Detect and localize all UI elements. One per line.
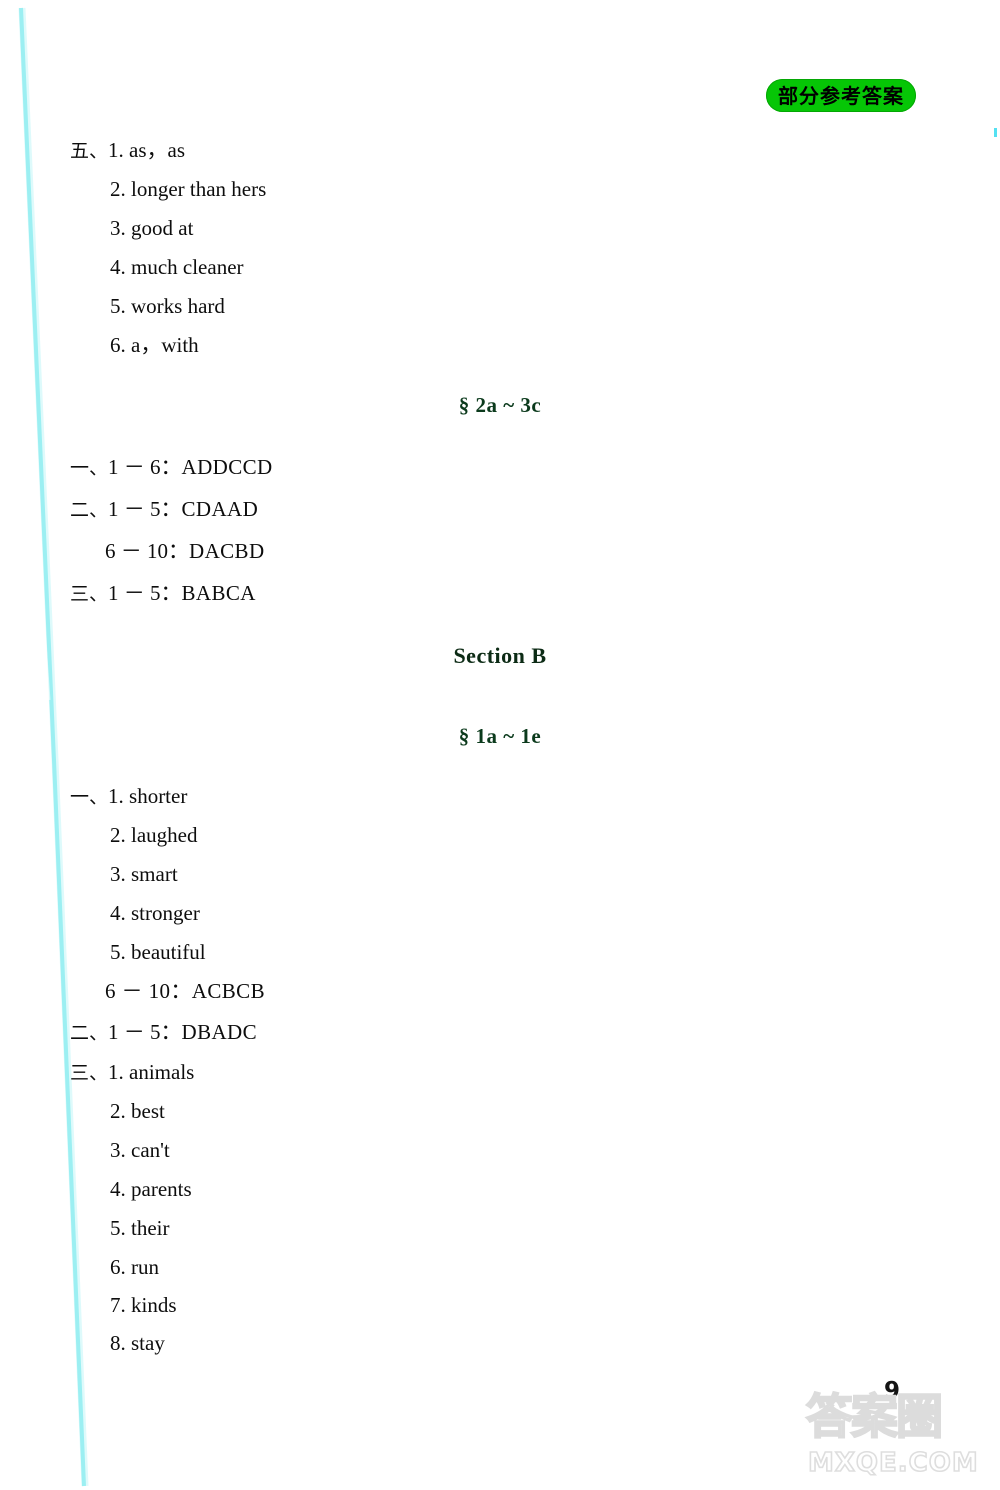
heading-2a-3c: § 2a ~ 3c	[458, 393, 542, 417]
answer-range: 1 － 6：	[108, 455, 182, 479]
answer-item: 1. shorter	[108, 784, 188, 808]
answer-codes: ADDCCD	[181, 455, 273, 479]
answer-item: 8. stay	[110, 1331, 165, 1355]
answer-line-one-b-1: 一、1. shorter	[70, 786, 187, 807]
answer-line-three-b-5: 5. their	[110, 1218, 169, 1239]
group-marker-two: 二、	[70, 499, 109, 521]
answer-line-five-6: 6. a，with	[110, 335, 199, 356]
answer-line-three-b-4: 4. parents	[110, 1179, 192, 1200]
answer-line-three-b-2: 2. best	[110, 1101, 165, 1122]
answer-line-three-b-1: 三、1. animals	[70, 1062, 194, 1083]
answer-item: 5. their	[110, 1216, 170, 1240]
answer-item: 1. animals	[108, 1060, 195, 1084]
group-marker-one: 一、	[70, 457, 109, 479]
answer-line-one-b-3: 3. smart	[110, 864, 178, 885]
answer-line-five-1: 五、1. as，as	[70, 140, 185, 161]
answer-item: 2. longer than hers	[110, 177, 267, 201]
answer-item: 1. as，as	[108, 138, 186, 162]
answer-item: 3. smart	[110, 862, 178, 886]
answer-item: 6. run	[110, 1255, 159, 1279]
answer-key-page: 五、1. as，as 2. longer than hers 3. good a…	[0, 0, 1000, 1490]
group-marker-five: 五、	[70, 140, 109, 162]
answer-codes: BABCA	[181, 581, 256, 605]
answer-line-one-b-range: 6 － 10：ACBCB	[105, 981, 265, 1002]
answer-line-five-2: 2. longer than hers	[110, 179, 266, 200]
group-marker-two: 二、	[70, 1022, 109, 1044]
group-marker-one: 一、	[70, 786, 109, 808]
answer-range: 1 － 5：	[108, 581, 182, 605]
answer-line-three-b-7: 7. kinds	[110, 1295, 177, 1316]
answer-codes: DBADC	[181, 1020, 258, 1044]
answer-range: 1 － 5：	[108, 497, 182, 521]
group-marker-three: 三、	[70, 1062, 109, 1084]
answer-codes: 6 － 10：ACBCB	[105, 979, 265, 1003]
answer-line-one-b-5: 5. beautiful	[110, 942, 206, 963]
answer-line-one-b-2: 2. laughed	[110, 825, 197, 846]
answer-item: 5. works hard	[110, 294, 225, 318]
answer-line-three-b-8: 8. stay	[110, 1333, 165, 1354]
answer-codes: CDAAD	[181, 497, 259, 521]
answer-line-five-3: 3. good at	[110, 218, 193, 239]
answer-range: 6 － 10：	[105, 539, 189, 563]
answer-line-one-a: 一、1 － 6：ADDCCD	[70, 457, 273, 478]
answer-item: 5. beautiful	[110, 940, 206, 964]
answer-item: 3. good at	[110, 216, 194, 240]
answer-item: 4. parents	[110, 1177, 192, 1201]
answer-line-one-b-4: 4. stronger	[110, 903, 200, 924]
group-marker-three: 三、	[70, 583, 109, 605]
heading-1a-1e: § 1a ~ 1e	[458, 724, 542, 748]
answer-line-three-b-6: 6. run	[110, 1257, 159, 1278]
answer-line-two-b: 二、1 － 5：DBADC	[70, 1022, 257, 1043]
answer-line-five-5: 5. works hard	[110, 296, 225, 317]
answer-line-five-4: 4. much cleaner	[110, 257, 244, 278]
answer-item: 2. best	[110, 1099, 165, 1123]
answer-line-three-b-3: 3. can't	[110, 1140, 170, 1161]
page-number: 9	[884, 1378, 901, 1404]
answer-item: 6. a，with	[110, 333, 199, 357]
answer-range: 1 － 5：	[108, 1020, 182, 1044]
answer-line-three-a: 三、1 － 5：BABCA	[70, 583, 256, 604]
answer-item: 2. laughed	[110, 823, 198, 847]
answer-line-two-a: 二、1 － 5：CDAAD	[70, 499, 258, 520]
answer-line-two-a-cont: 6 － 10：DACBD	[105, 541, 265, 562]
answer-item: 7. kinds	[110, 1293, 177, 1317]
answer-item: 4. much cleaner	[110, 255, 244, 279]
answer-item: 3. can't	[110, 1138, 170, 1162]
answer-codes: DACBD	[189, 539, 265, 563]
heading-section-b: Section B	[453, 643, 547, 668]
answer-item: 4. stronger	[110, 901, 200, 925]
